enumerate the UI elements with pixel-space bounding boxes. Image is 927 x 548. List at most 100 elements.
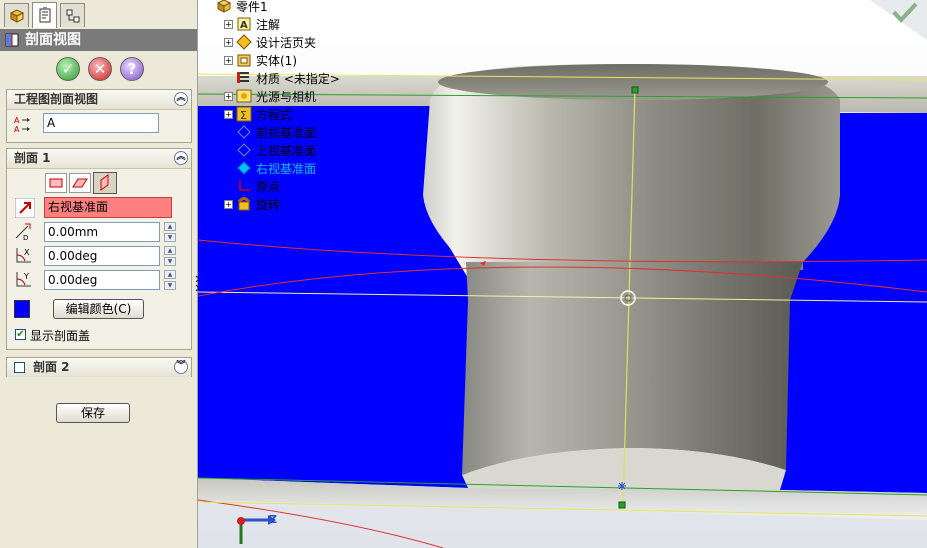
y-rotation-input[interactable]: 0.00deg <box>44 270 160 290</box>
expand-toggle-icon[interactable]: + <box>224 20 233 29</box>
tree-item-label: 旋转 <box>256 198 281 212</box>
section-name-input[interactable]: A <box>43 113 159 133</box>
part-icon <box>216 0 232 13</box>
front-plane-toggle[interactable] <box>45 173 67 193</box>
section-2-checkbox[interactable] <box>14 362 25 373</box>
x-rotation-icon: X <box>16 248 31 263</box>
group-header[interactable]: 工程图剖面视图 ︽ <box>7 90 191 110</box>
collapse-chevron-icon[interactable]: ︽ <box>174 151 188 165</box>
section-1-group: 剖面 1 ︽ 右视基准面 D 0.00mm ▲ ▼ X 0.00deg ▲ ▼ Y … <box>6 148 192 350</box>
plane-handle[interactable] <box>618 501 626 509</box>
plane-icon <box>237 125 251 139</box>
configuration-manager-icon <box>66 9 80 23</box>
expand-toggle-icon[interactable]: + <box>224 92 233 101</box>
tree-item-label: 材质 <未指定> <box>256 72 340 86</box>
right-plane-icon <box>100 174 109 191</box>
tab-configuration-manager[interactable] <box>60 3 85 27</box>
svg-text:A: A <box>14 116 20 125</box>
design-binder-icon <box>236 34 252 50</box>
tree-item[interactable]: 前视基准面 <box>236 124 316 141</box>
expand-chevron-icon[interactable]: ︾ <box>174 360 188 374</box>
tree-root-item[interactable]: 零件1 <box>216 0 268 15</box>
svg-text:Σ: Σ <box>240 109 247 122</box>
front-plane-icon <box>49 178 63 188</box>
tree-item-label: 原点 <box>256 180 281 194</box>
help-button[interactable]: ? <box>120 57 144 81</box>
lights-cameras-icon <box>236 89 252 103</box>
part-shaft-surface <box>462 262 803 475</box>
top-plane-toggle[interactable] <box>69 173 91 193</box>
svg-text:Y: Y <box>23 272 29 281</box>
collapse-chevron-icon[interactable]: ︽ <box>174 92 188 106</box>
tree-item-label: 右视基准面 <box>256 162 317 176</box>
property-manager-icon <box>39 7 51 23</box>
section-view-icon <box>5 33 19 47</box>
tree-item[interactable]: 实体(1) <box>236 52 297 69</box>
expand-toggle-icon[interactable]: + <box>224 56 233 65</box>
tree-item[interactable]: Σ 方程式 <box>236 106 292 123</box>
tree-item-label: 方程式 <box>256 108 293 122</box>
save-button[interactable]: 保存 <box>56 403 130 423</box>
triad-z-label: Z <box>269 513 277 526</box>
section-color-swatch <box>14 300 30 318</box>
reverse-direction-icon[interactable] <box>15 198 35 218</box>
y-rotation-icon: Y <box>16 272 31 287</box>
tree-item-label: 设计活页夹 <box>256 36 317 50</box>
svg-text:X: X <box>24 248 30 257</box>
tree-item[interactable]: 上视基准面 <box>236 142 316 159</box>
revolve-icon <box>237 197 251 211</box>
tree-item-label: 上视基准面 <box>256 144 317 158</box>
y-rotation-spinner[interactable]: ▲ ▼ <box>164 270 176 290</box>
section-name-icon: AA <box>14 116 30 134</box>
panel-title-bar: 剖面视图 <box>0 29 197 51</box>
offset-distance-icon: D <box>15 223 31 241</box>
plane-icon <box>237 143 251 157</box>
origin-icon <box>239 180 250 191</box>
drawing-section-group: 工程图剖面视图 ︽ AA A <box>6 89 192 143</box>
show-section-cap-checkbox[interactable]: ✔ <box>15 329 26 340</box>
svg-text:A: A <box>14 125 20 134</box>
manager-tabs <box>0 0 197 29</box>
tree-item[interactable]: 原点 <box>236 178 280 195</box>
feature-tree-icon <box>9 9 25 23</box>
tree-item[interactable]: 右视基准面 <box>236 160 316 177</box>
ok-button[interactable]: ✓ <box>56 57 80 81</box>
section-2-group: 剖面 2 ︾ <box>6 357 192 377</box>
constraint-marker-icon <box>618 482 626 490</box>
solid-bodies-icon <box>237 54 251 67</box>
offset-spinner[interactable]: ▲ ▼ <box>164 222 176 242</box>
equations-icon: Σ <box>236 106 252 122</box>
show-section-cap-label: 显示剖面盖 <box>30 329 91 343</box>
section-plane-selection-box[interactable]: 右视基准面 <box>44 197 172 218</box>
expand-toggle-icon[interactable]: + <box>224 38 233 47</box>
edit-color-button[interactable]: 编辑颜色(C) <box>53 299 144 319</box>
offset-distance-input[interactable]: 0.00mm <box>44 222 160 242</box>
tree-item-label: 前视基准面 <box>256 126 317 140</box>
x-rotation-input[interactable]: 0.00deg <box>44 246 160 266</box>
tab-property-manager[interactable] <box>32 2 57 28</box>
cancel-button[interactable]: ✕ <box>88 57 112 81</box>
group-header[interactable]: 剖面 1 ︽ <box>7 149 191 169</box>
group-header[interactable]: 剖面 2 ︾ <box>7 358 191 377</box>
tab-feature-manager[interactable] <box>4 3 29 27</box>
x-rotation-spinner[interactable]: ▲ ▼ <box>164 246 176 266</box>
tree-item[interactable]: 设计活页夹 <box>236 34 316 51</box>
graphics-viewport[interactable]: Z 零件1 A 注解 + 设计活页夹 + 实体(1) + 材质 <未指定> 光源与相机 + Σ 方程式… <box>198 0 927 548</box>
panel-title: 剖面视图 <box>25 32 81 48</box>
expand-toggle-icon[interactable]: + <box>224 110 233 119</box>
property-manager-panel: 剖面视图 ✓ ✕ ? 工程图剖面视图 ︽ AA A 剖面 1 ︽ 右视基准面 D… <box>0 0 198 548</box>
feature-tree: 零件1 A 注解 + 设计活页夹 + 实体(1) + 材质 <未指定> 光源与相机 + Σ 方程式 + 前… <box>198 0 927 220</box>
plane-icon <box>237 161 251 175</box>
tree-item-label: 光源与相机 <box>256 90 317 104</box>
tree-item[interactable]: 光源与相机 <box>236 88 316 105</box>
svg-text:A: A <box>240 20 248 31</box>
right-plane-toggle[interactable] <box>93 172 117 194</box>
svg-text:D: D <box>23 234 28 241</box>
top-plane-icon <box>72 178 88 188</box>
tree-item[interactable]: A 注解 <box>236 16 280 33</box>
tree-item[interactable]: 材质 <未指定> <box>236 70 340 87</box>
tree-item[interactable]: 旋转 <box>236 196 280 213</box>
tree-item-label: 注解 <box>256 18 281 32</box>
expand-toggle-icon[interactable]: + <box>224 200 233 209</box>
material-icon <box>237 72 249 83</box>
